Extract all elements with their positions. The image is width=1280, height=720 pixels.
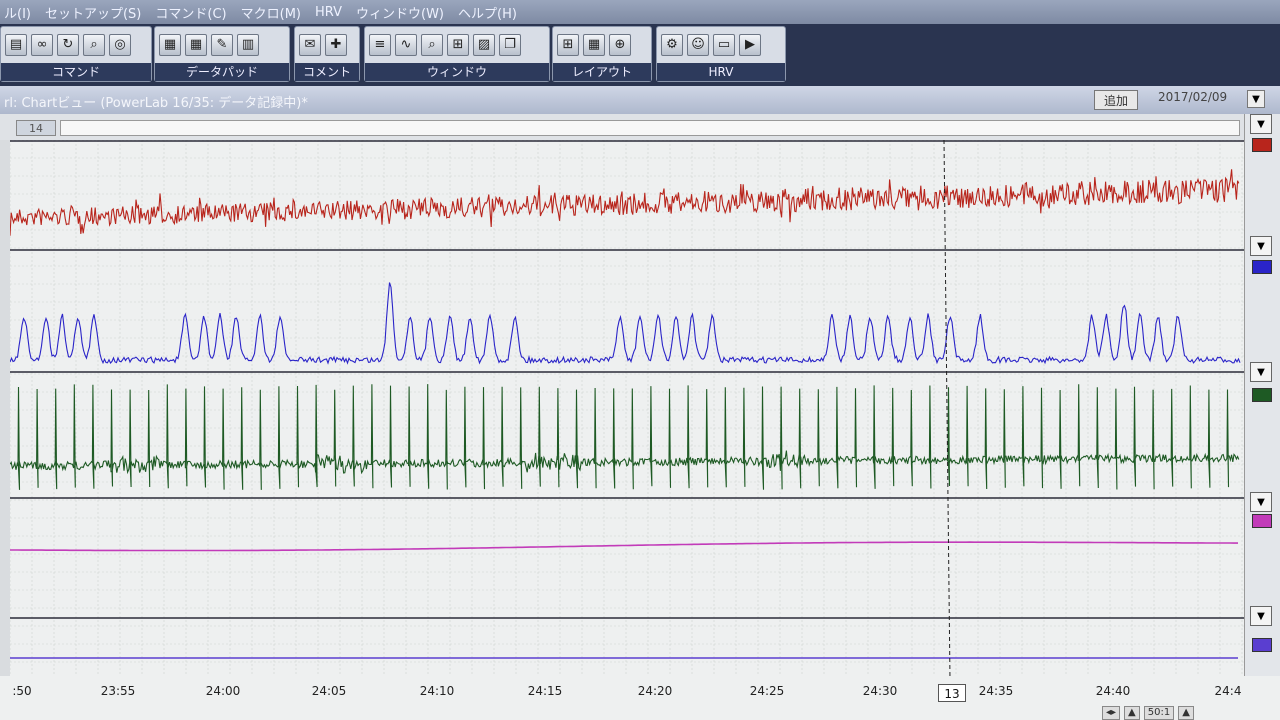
window-title: rl: Chartビュー (PowerLab 16/35: データ記録中)* xyxy=(4,96,308,111)
channel-color-swatch[interactable] xyxy=(1252,388,1272,402)
comment-field[interactable] xyxy=(60,120,1240,136)
scroll-left-button[interactable]: ◂▸ xyxy=(1102,706,1121,720)
menu-item[interactable]: HRV xyxy=(315,5,342,20)
notebook-icon[interactable]: ❐ xyxy=(499,34,521,56)
toolbar-group: ✉ ✚ コメント xyxy=(294,26,360,82)
binoculars-icon[interactable]: ∞ xyxy=(31,34,53,56)
report-icon[interactable]: ▭ xyxy=(713,34,735,56)
toolbar-group: ▤ ∞ ↻ ⌕ ◎ コマンド xyxy=(0,26,152,82)
channel-menu-button[interactable]: ▼ xyxy=(1250,114,1272,134)
channel-menu-button[interactable]: ▼ xyxy=(1250,606,1272,626)
time-tick-label: 24:4 xyxy=(1214,684,1242,698)
chart-svg[interactable] xyxy=(10,140,1244,680)
channel-menu-button[interactable]: ▼ xyxy=(1250,492,1272,512)
menu-item[interactable]: マクロ(M) xyxy=(241,3,301,22)
expand-button[interactable]: ▲ xyxy=(1178,706,1194,720)
chart-window-icon[interactable]: ≡ xyxy=(369,34,391,56)
chart-toolstrip: 14 xyxy=(0,114,1244,141)
toolbar-group-label: コマンド xyxy=(1,63,151,81)
time-tick-label: 24:05 xyxy=(311,684,347,698)
toolbar-group-label: データパッド xyxy=(155,63,289,81)
time-tick-label: 24:15 xyxy=(527,684,563,698)
layout-4-icon[interactable]: ⊞ xyxy=(557,34,579,56)
menu-item[interactable]: ヘルプ(H) xyxy=(458,3,517,22)
zoom-window-icon[interactable]: ⌕ xyxy=(421,34,443,56)
bottom-controls: ◂▸ ▲ 50:1 ▲ xyxy=(1102,706,1194,720)
layout-grid-icon[interactable]: ▦ xyxy=(583,34,605,56)
plot-area xyxy=(10,140,1244,680)
toolbar-group: ⊞ ▦ ⊕ レイアウト xyxy=(552,26,652,82)
chart-view: 14 13 :50 23:55 24:00 24:05 24:10 24:15 24:20 2… xyxy=(0,114,1280,720)
time-axis: 13 :50 23:55 24:00 24:05 24:10 24:15 24:20 24:2… xyxy=(0,676,1280,720)
menu-bar: ル(I) セットアップ(S) コマンド(C) マクロ(M) HRV ウィンドウ(W) ヘルプ… xyxy=(0,0,1280,24)
channel-control-panel xyxy=(1244,114,1280,720)
toolbar-group-label: ウィンドウ xyxy=(365,63,549,81)
time-tick-label: 24:35 xyxy=(978,684,1014,698)
time-tick-label: 23:55 xyxy=(100,684,136,698)
time-tick-label: 24:25 xyxy=(749,684,785,698)
datapad-edit-icon[interactable]: ✎ xyxy=(211,34,233,56)
toolbar-group: ⚙ ☺ ▭ ▶ HRV xyxy=(656,26,786,82)
time-tick-label: 24:20 xyxy=(637,684,673,698)
time-tick-label: 24:00 xyxy=(205,684,241,698)
chart-window-titlebar: rl: Chartビュー (PowerLab 16/35: データ記録中)* 追… xyxy=(0,86,1280,114)
toolbar-icon-row: ✉ ✚ xyxy=(295,27,359,60)
datapad-multi-icon[interactable]: ▥ xyxy=(237,34,259,56)
channel-color-swatch[interactable] xyxy=(1252,138,1272,152)
menu-item[interactable]: セットアップ(S) xyxy=(45,3,141,22)
toolbar-icon-row: ⚙ ☺ ▭ ▶ xyxy=(657,27,785,60)
refresh-icon[interactable]: ↻ xyxy=(57,34,79,56)
channel-color-swatch[interactable] xyxy=(1252,514,1272,528)
comment-icon[interactable]: ✉ xyxy=(299,34,321,56)
channel-menu-button[interactable]: ▼ xyxy=(1250,236,1272,256)
datapad-add-icon[interactable]: ▦ xyxy=(185,34,207,56)
hrv-settings-icon[interactable]: ⚙ xyxy=(661,34,683,56)
menu-item[interactable]: ル(I) xyxy=(4,3,31,22)
toolbar-icon-row: ≡ ∿ ⌕ ⊞ ▨ ❐ xyxy=(365,27,549,60)
channel-color-swatch[interactable] xyxy=(1252,638,1272,652)
time-tick-label: 24:30 xyxy=(862,684,898,698)
hrv-start-icon[interactable]: ▶ xyxy=(739,34,761,56)
toolbar: ▤ ∞ ↻ ⌕ ◎ コマンド ▦ ▦ ✎ ▥ データパッド ✉ ✚ コメント ≡ ∿ ⌕ ⊞ ▨ ❐ ウィンドウ ⊞ ▦ ⊕ レ… xyxy=(0,24,1280,86)
time-tick-label: 24:10 xyxy=(419,684,455,698)
compress-button[interactable]: ▲ xyxy=(1124,706,1140,720)
subject-icon[interactable]: ☺ xyxy=(687,34,709,56)
cursor-time-readout: 13 xyxy=(938,684,966,702)
glasses-icon[interactable]: ◎ xyxy=(109,34,131,56)
channel-menu-button[interactable]: ▼ xyxy=(1250,362,1272,382)
time-tick-label: 24:40 xyxy=(1095,684,1131,698)
toolbar-group: ≡ ∿ ⌕ ⊞ ▨ ❐ ウィンドウ xyxy=(364,26,550,82)
menu-item[interactable]: コマンド(C) xyxy=(155,3,226,22)
layout-add-icon[interactable]: ⊕ xyxy=(609,34,631,56)
datapad-icon[interactable]: ▦ xyxy=(159,34,181,56)
toolbar-group-label: HRV xyxy=(657,63,785,81)
printer-icon[interactable]: ▤ xyxy=(5,34,27,56)
page-counter[interactable]: 14 xyxy=(16,120,56,136)
toolbar-icon-row: ▤ ∞ ↻ ⌕ ◎ xyxy=(1,27,151,60)
toolbar-group-label: レイアウト xyxy=(553,63,651,81)
date-label: 2017/02/09 xyxy=(1158,90,1228,104)
chevron-down-icon[interactable]: ▼ xyxy=(1247,90,1265,108)
toolbar-group-label: コメント xyxy=(295,63,359,81)
xy-window-icon[interactable]: ⊞ xyxy=(447,34,469,56)
menu-item[interactable]: ウィンドウ(W) xyxy=(356,3,444,22)
spectrum-icon[interactable]: ▨ xyxy=(473,34,495,56)
toolbar-icon-row: ▦ ▦ ✎ ▥ xyxy=(155,27,289,60)
toolbar-group: ▦ ▦ ✎ ▥ データパッド xyxy=(154,26,290,82)
channel-color-swatch[interactable] xyxy=(1252,260,1272,274)
toolbar-icon-row: ⊞ ▦ ⊕ xyxy=(553,27,651,60)
zoom-icon[interactable]: ⌕ xyxy=(83,34,105,56)
comment-add-icon[interactable]: ✚ xyxy=(325,34,347,56)
time-tick-label: :50 xyxy=(12,684,32,698)
zoom-ratio[interactable]: 50:1 xyxy=(1143,706,1175,720)
add-button[interactable]: 追加 xyxy=(1094,90,1138,110)
scope-icon[interactable]: ∿ xyxy=(395,34,417,56)
